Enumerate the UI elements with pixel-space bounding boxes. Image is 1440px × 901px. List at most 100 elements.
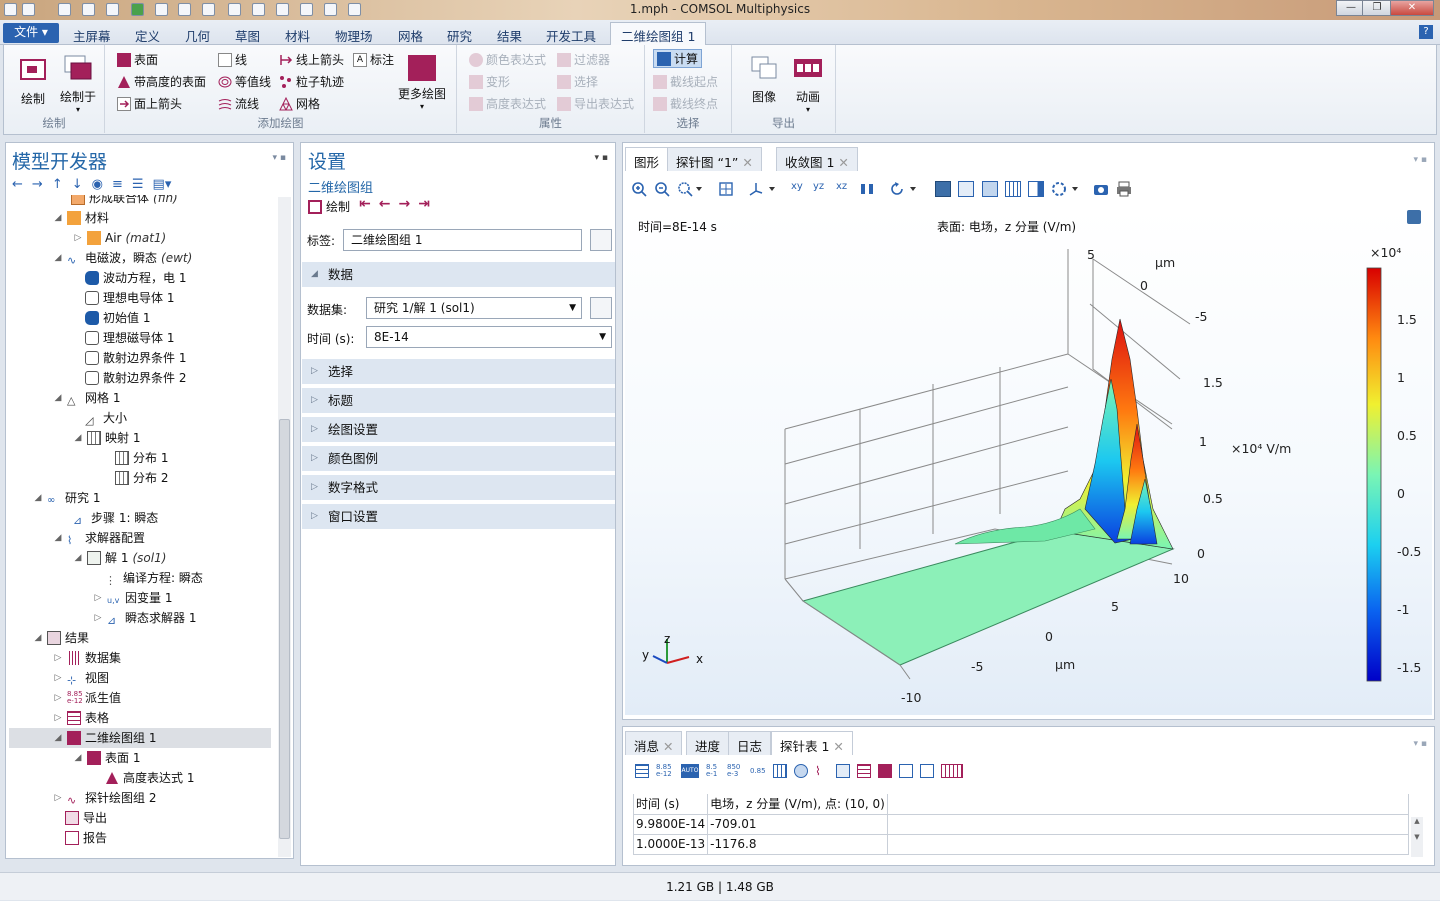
move-down-icon[interactable]: ↓: [72, 177, 83, 192]
particle-tracing-button[interactable]: 粒子轨迹: [279, 73, 344, 90]
expand-icon[interactable]: ☰: [132, 177, 144, 192]
table-row[interactable]: 1.0000E-13 -1176.8: [632, 833, 1410, 855]
tree-node-reports[interactable]: 报告: [65, 828, 107, 848]
tree-node-mesh[interactable]: ◢ △ 网格 1: [53, 388, 121, 408]
section-plot-settings[interactable]: ▷ 绘图设置: [302, 417, 615, 442]
web-icon[interactable]: [794, 764, 808, 778]
tree-node-probe-plot[interactable]: ▷ ∿ 探针绘图组 2: [53, 788, 157, 808]
collapse-toggle[interactable]: ◢: [73, 428, 83, 448]
restore-button[interactable]: ❐: [1362, 0, 1392, 16]
camera-icon[interactable]: [1093, 181, 1109, 197]
tree-node-wave-eq[interactable]: 波动方程，电 1: [85, 268, 186, 288]
table-icon[interactable]: [635, 764, 649, 778]
selection-button[interactable]: 选择: [557, 73, 598, 90]
plot-table-icon[interactable]: [878, 764, 892, 778]
go-to-view-icon[interactable]: [859, 181, 875, 197]
collapse-toggle[interactable]: ◢: [53, 248, 63, 268]
tree-node-size[interactable]: ◿ 大小: [85, 408, 127, 428]
tab-results[interactable]: 结果: [497, 26, 522, 45]
animation-button[interactable]: 动画 ▾: [790, 55, 826, 114]
close-tab-icon[interactable]: ✕: [663, 739, 673, 754]
wireframe-icon[interactable]: [982, 181, 998, 197]
decimal-format-icon[interactable]: 0.85: [750, 764, 766, 778]
table-header[interactable]: 时间 (s): [632, 794, 709, 815]
scene-light-icon[interactable]: [935, 181, 951, 197]
zoom-out-icon[interactable]: [654, 181, 670, 197]
zoom-in-icon[interactable]: [631, 181, 647, 197]
expand-toggle[interactable]: ▷: [93, 608, 103, 628]
tab-probe-plot[interactable]: 探针图 “1” ✕: [667, 147, 762, 171]
tab-physics[interactable]: 物理场: [335, 26, 373, 45]
close-button[interactable]: ✕: [1390, 0, 1434, 16]
tree-scrollbar[interactable]: [278, 197, 291, 857]
deformation-button[interactable]: 变形: [469, 73, 510, 90]
table-scrollbar[interactable]: ▲ ▼: [1411, 817, 1423, 857]
view-xz-icon[interactable]: xz: [836, 181, 852, 197]
delete-icon[interactable]: [836, 764, 850, 778]
arrow-line-button[interactable]: 线上箭头: [279, 51, 344, 68]
compute-button[interactable]: 计算: [653, 49, 703, 68]
section-title[interactable]: ▷ 标题: [302, 388, 615, 413]
tree-node-distribution-2[interactable]: 分布 2: [115, 468, 168, 488]
collapse-toggle[interactable]: ◢: [53, 208, 63, 228]
print-icon[interactable]: [1116, 181, 1132, 197]
expand-toggle[interactable]: ▷: [53, 648, 63, 668]
table-graph-icon[interactable]: [857, 764, 871, 778]
panel-menu-icon[interactable]: ▾ ▪: [273, 153, 286, 163]
collapse-icon[interactable]: ≡: [112, 177, 123, 192]
table-row[interactable]: 9.9800E-14 -709.01: [632, 813, 1410, 835]
forward-icon[interactable]: →: [32, 177, 43, 192]
plot-canvas[interactable]: 时间=8E-14 s 表面: 电场，z 分量 (V/m) ×10⁴ 1.5 1 …: [625, 209, 1432, 715]
expand-toggle[interactable]: ▷: [93, 588, 103, 608]
section-selection[interactable]: ▷ 选择: [302, 359, 615, 384]
tab-home[interactable]: 主屏幕: [73, 26, 111, 45]
section-color-legend[interactable]: ▷ 颜色图例: [302, 446, 615, 471]
tab-messages[interactable]: 消息 ✕: [625, 731, 683, 755]
scientific-format-icon[interactable]: 850 e-3: [727, 764, 743, 778]
collapse-toggle[interactable]: ◢: [73, 748, 83, 768]
tree-node-solution[interactable]: ◢ 解 1 (sol1): [73, 548, 166, 568]
settings-plot-button[interactable]: 绘制: [308, 198, 350, 215]
annotation-button[interactable]: A 标注: [353, 51, 394, 68]
expand-toggle[interactable]: ▷: [73, 228, 83, 248]
next-icon[interactable]: →: [398, 196, 410, 212]
line-button[interactable]: 线: [218, 51, 247, 68]
tree-node-2d-plot-group[interactable]: ◢ 二维绘图组 1: [9, 728, 271, 748]
tab-definitions[interactable]: 定义: [135, 26, 160, 45]
tree-node-scattering-2[interactable]: 散射边界条件 2: [85, 368, 186, 388]
surface-button[interactable]: 表面: [117, 51, 158, 68]
tree-node-export[interactable]: 导出: [65, 808, 107, 828]
back-icon[interactable]: ←: [12, 177, 23, 192]
contour-button[interactable]: 等值线: [218, 73, 271, 90]
auto-format-icon[interactable]: AUTO: [681, 764, 699, 778]
collapse-toggle[interactable]: ◢: [53, 388, 63, 408]
panel-menu-icon[interactable]: ▾ ▪: [595, 153, 608, 163]
section-data[interactable]: ◢ 数据: [302, 262, 615, 287]
tab-convergence-plot[interactable]: 收敛图 1 ✕: [776, 147, 858, 171]
tree-node-init[interactable]: 初始值 1: [85, 308, 150, 328]
tab-progress[interactable]: 进度: [686, 731, 730, 755]
label-edit-icon[interactable]: [590, 229, 612, 251]
grid-icon[interactable]: [1005, 181, 1021, 197]
copy-table-icon[interactable]: [899, 764, 913, 778]
tree-node-dependent[interactable]: ▷ u,v 因变量 1: [93, 588, 173, 608]
tree-node-materials[interactable]: ◢ 材料: [53, 208, 109, 228]
view-axes-icon[interactable]: [748, 181, 778, 197]
section-window-settings[interactable]: ▷ 窗口设置: [302, 504, 615, 529]
export-table-icon[interactable]: [920, 764, 934, 778]
tree-node-datasets[interactable]: ▷ 数据集: [53, 648, 121, 668]
reset-view-icon[interactable]: [889, 181, 919, 197]
view-yz-icon[interactable]: yz: [813, 181, 829, 197]
collapse-toggle[interactable]: ◢: [33, 628, 43, 648]
plot-in-button[interactable]: 绘制于 ▾: [56, 55, 100, 114]
tree-node-air[interactable]: ▷ Air (mat1): [73, 228, 166, 248]
tab-geometry[interactable]: 几何: [185, 26, 210, 45]
streamline-button[interactable]: 流线: [218, 95, 259, 112]
dataset-goto-icon[interactable]: [590, 297, 612, 319]
tree-node-study[interactable]: ◢ ∞ 研究 1: [33, 488, 101, 508]
tab-materials[interactable]: 材料: [285, 26, 310, 45]
close-tab-icon[interactable]: ✕: [742, 155, 752, 170]
collapse-toggle[interactable]: ◢: [73, 548, 83, 568]
first-icon[interactable]: ⇤: [359, 196, 371, 212]
tree-node-scattering-1[interactable]: 散射边界条件 1: [85, 348, 186, 368]
